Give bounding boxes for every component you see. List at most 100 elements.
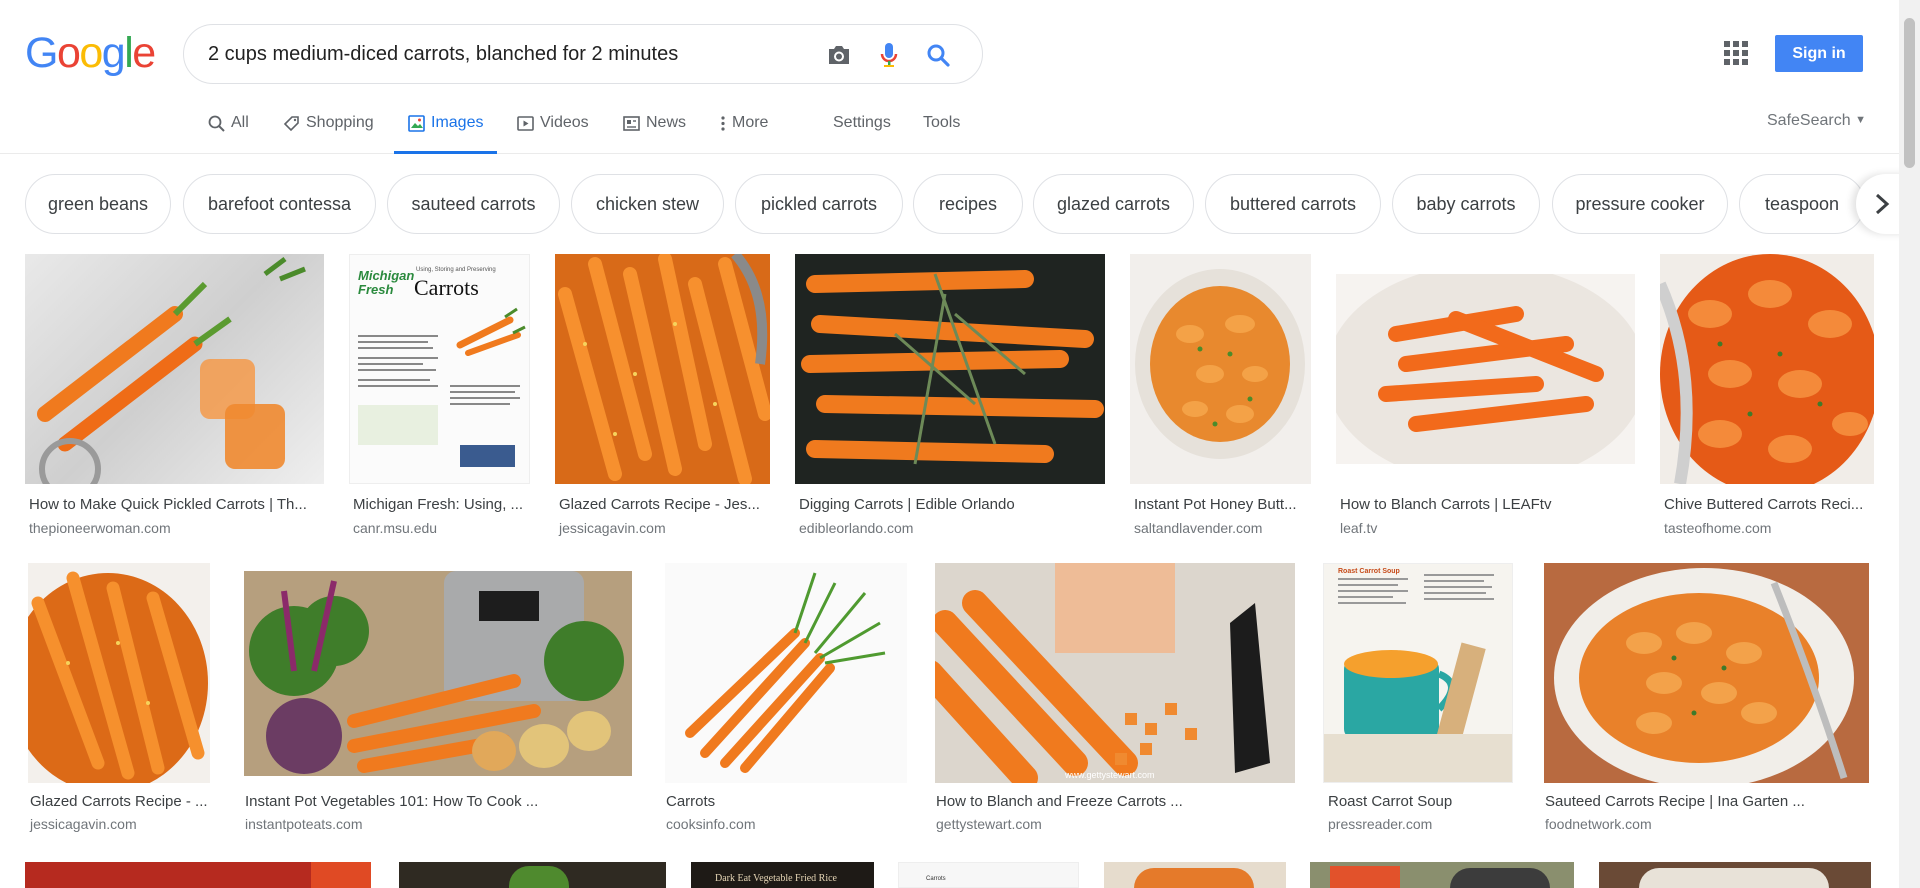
tab-news[interactable]: News [623,103,686,154]
microphone-icon[interactable] [874,40,904,70]
result-thumbnail [1660,254,1874,484]
tab-videos[interactable]: Videos [517,103,589,154]
caret-down-icon: ▼ [1855,114,1866,126]
tab-images[interactable]: Images [393,103,499,154]
image-result[interactable]: Glazed Carrots Recipe - ... jessicagavin… [25,563,215,843]
chip-baby-carrots[interactable]: baby carrots [1392,174,1540,234]
result-title[interactable]: Glazed Carrots Recipe - ... [30,793,210,810]
chevron-right-icon [1875,193,1890,215]
result-title[interactable]: Digging Carrots | Edible Orlando [799,496,1104,513]
google-logo[interactable]: Google [25,31,156,75]
tab-all[interactable]: All [208,103,249,154]
image-result[interactable]: Roast Carrot Soup Roast Carrot Soup pres… [1323,563,1515,843]
result-thumbnail: Roast Carrot Soup [1323,563,1513,783]
chip-green-beans[interactable]: green beans [25,174,171,234]
watermark-text: www.gettystewart.com [1064,770,1155,780]
result-thumbnail: Michigan Fresh Using, Storing and Preser… [349,254,530,484]
result-site: tasteofhome.com [1664,520,1772,536]
result-thumbnail [28,563,210,783]
image-result[interactable]: Michigan Fresh Using, Storing and Preser… [349,254,531,544]
image-result[interactable]: Glazed Carrots Recipe - Jes... jessicaga… [555,254,770,544]
result-title[interactable]: Carrots [666,793,906,810]
image-result[interactable]: Instant Pot Vegetables 101: How To Cook … [240,563,642,843]
chip-buttered-carrots[interactable]: buttered carrots [1205,174,1381,234]
chip-glazed-carrots[interactable]: glazed carrots [1033,174,1194,234]
image-result[interactable]: Instant Pot Honey Butt... saltandlavende… [1130,254,1311,544]
result-title[interactable]: Roast Carrot Soup [1328,793,1513,810]
result-thumbnail[interactable] [1310,862,1574,888]
search-box [183,24,983,84]
newspaper-icon [623,114,640,132]
result-site: canr.msu.edu [353,520,438,536]
result-thumbnail [25,254,324,484]
chip-pressure-cooker[interactable]: pressure cooker [1552,174,1728,234]
result-title[interactable]: Instant Pot Vegetables 101: How To Cook … [245,793,640,810]
result-site: instantpoteats.com [245,816,363,832]
image-result[interactable]: Sauteed Carrots Recipe | Ina Garten ... … [1540,563,1875,843]
result-title[interactable]: Michigan Fresh: Using, ... [353,496,529,513]
header: Google Sign in All Shopping Images [0,0,1920,154]
image-result[interactable]: Chive Buttered Carrots Reci... tasteofho… [1660,254,1874,544]
result-title[interactable]: Sauteed Carrots Recipe | Ina Garten ... [1545,793,1870,810]
camera-icon[interactable] [824,40,854,70]
tab-settings[interactable]: Settings [833,103,891,154]
image-result[interactable]: Digging Carrots | Edible Orlando edibleo… [795,254,1105,544]
result-site: saltandlavender.com [1134,520,1263,536]
result-site: thepioneerwoman.com [29,520,171,536]
tab-shopping[interactable]: Shopping [283,103,374,154]
result-site: edibleorlando.com [799,520,914,536]
result-site: foodnetwork.com [1545,816,1652,832]
result-thumbnail[interactable] [399,862,666,888]
chip-teaspoon[interactable]: teaspoon [1739,174,1865,234]
image-result[interactable]: How to Make Quick Pickled Carrots | Th..… [25,254,324,544]
result-title[interactable]: How to Make Quick Pickled Carrots | Th..… [29,496,321,513]
result-thumbnail[interactable] [25,862,371,888]
scrollbar-thumb[interactable] [1904,18,1915,168]
result-thumbnail [1336,274,1635,464]
chip-chicken-stew[interactable]: chicken stew [571,174,724,234]
chip-recipes[interactable]: recipes [913,174,1023,234]
chip-pickled-carrots[interactable]: pickled carrots [735,174,903,234]
chip-sauteed-carrots[interactable]: sauteed carrots [387,174,560,234]
apps-grid-icon[interactable] [1724,41,1748,65]
result-thumbnail [1544,563,1869,783]
flyer-subtitle: Using, Storing and Preserving [416,267,496,273]
result-site: cooksinfo.com [666,816,756,832]
flyer-title: Carrots [414,275,479,300]
tab-more[interactable]: More [720,103,768,154]
result-site: pressreader.com [1328,816,1433,832]
image-result[interactable]: Carrots cooksinfo.com [665,563,907,843]
related-chips: green beans barefoot contessa sauteed ca… [0,174,1920,234]
tab-tools[interactable]: Tools [923,103,960,154]
search-icon [208,114,225,132]
signin-button[interactable]: Sign in [1775,35,1863,72]
result-thumbnail[interactable] [1104,862,1286,888]
more-vert-icon [720,114,726,132]
image-result[interactable]: How to Blanch Carrots | LEAFtv leaf.tv [1336,254,1635,544]
safesearch-toggle[interactable]: SafeSearch ▼ [1767,112,1866,130]
result-site: jessicagavin.com [559,520,666,536]
result-title[interactable]: How to Blanch and Freeze Carrots ... [936,793,1291,810]
result-thumbnail[interactable] [1599,862,1871,888]
result-thumbnail: www.gettystewart.com [935,563,1295,783]
search-input[interactable] [208,43,788,66]
image-icon [408,114,425,132]
image-result[interactable]: www.gettystewart.com How to Blanch and F… [931,563,1296,843]
result-title[interactable]: Instant Pot Honey Butt... [1134,496,1310,513]
result-title[interactable]: Glazed Carrots Recipe - Jes... [559,496,769,513]
tag-icon [283,114,300,132]
result-title[interactable]: How to Blanch Carrots | LEAFtv [1340,496,1634,513]
result-title[interactable]: Chive Buttered Carrots Reci... [1664,496,1872,513]
play-icon [517,114,534,132]
result-thumbnail[interactable]: Carrots [898,862,1079,888]
page-scrollbar[interactable] [1899,0,1920,888]
result-site: jessicagavin.com [30,816,137,832]
result-thumbnail [795,254,1105,484]
result-site: leaf.tv [1340,520,1378,536]
rice-label: Dark Eat Vegetable Fried Rice [715,873,837,884]
search-icon[interactable] [923,40,953,70]
result-thumbnail[interactable]: Dark Eat Vegetable Fried Rice [691,862,874,888]
result-thumbnail [1130,254,1311,484]
chip-barefoot-contessa[interactable]: barefoot contessa [183,174,376,234]
result-thumbnail [555,254,770,484]
